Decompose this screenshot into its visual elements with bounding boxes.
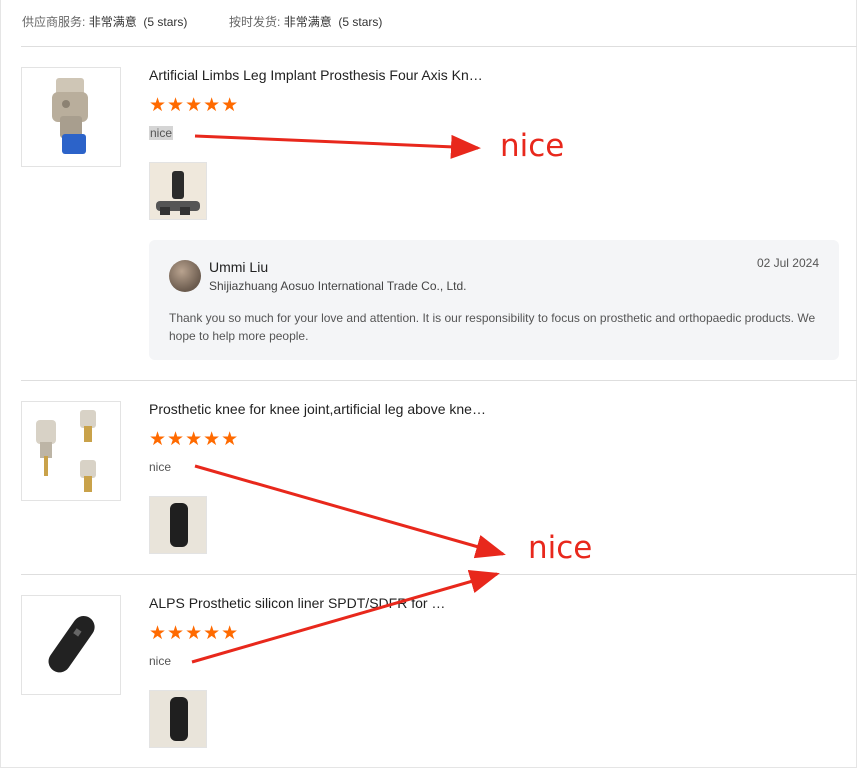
product-title[interactable]: Prosthetic knee for knee joint,artificia… bbox=[149, 401, 486, 417]
review-photo[interactable] bbox=[149, 496, 207, 554]
product-thumbnail[interactable] bbox=[21, 401, 121, 501]
review-photo[interactable] bbox=[149, 162, 207, 220]
seller-reply: Ummi Liu Shijiazhuang Aosuo Internationa… bbox=[149, 240, 839, 360]
reply-author: Ummi Liu bbox=[209, 259, 269, 275]
liner-photo bbox=[150, 691, 206, 747]
star-rating: ★★★★★ bbox=[149, 623, 240, 644]
supplier-service-rating: 供应商服务: 非常满意 (5 stars) bbox=[22, 15, 188, 29]
avatar bbox=[169, 260, 201, 292]
silicon-liner-image bbox=[48, 615, 95, 673]
divider bbox=[21, 380, 857, 381]
product-title[interactable]: ALPS Prosthetic silicon liner SPDT/SDFR … bbox=[149, 595, 445, 611]
reply-text: Thank you so much for your love and atte… bbox=[169, 311, 816, 343]
reply-date: 02 Jul 2024 bbox=[756, 256, 819, 270]
rating-summary: 供应商服务: 非常满意 (5 stars) 按时发货: 非常满意 (5 star… bbox=[22, 13, 382, 30]
product-thumbnail[interactable] bbox=[21, 595, 121, 695]
divider bbox=[21, 46, 857, 47]
review-comment: nice bbox=[149, 126, 174, 140]
star-rating: ★★★★★ bbox=[149, 429, 240, 450]
annotation-label: nice bbox=[500, 128, 565, 164]
reply-company: Shijiazhuang Aosuo International Trade C… bbox=[209, 279, 467, 293]
knee-joint-image bbox=[52, 78, 88, 154]
review-photo[interactable] bbox=[149, 690, 207, 748]
prosthesis-photo bbox=[150, 163, 206, 219]
divider bbox=[21, 574, 857, 575]
star-rating: ★★★★★ bbox=[149, 95, 240, 116]
liner-photo bbox=[150, 497, 206, 553]
review-comment: nice bbox=[149, 460, 172, 474]
on-time-shipping-rating: 按时发货: 非常满意 (5 stars) bbox=[229, 15, 383, 29]
product-thumbnail[interactable] bbox=[21, 67, 121, 167]
reviews-panel bbox=[0, 0, 857, 768]
product-title[interactable]: Artificial Limbs Leg Implant Prosthesis … bbox=[149, 67, 483, 83]
knee-joints-image bbox=[36, 410, 96, 492]
review-comment: nice bbox=[149, 654, 172, 668]
annotation-label: nice bbox=[528, 530, 593, 566]
